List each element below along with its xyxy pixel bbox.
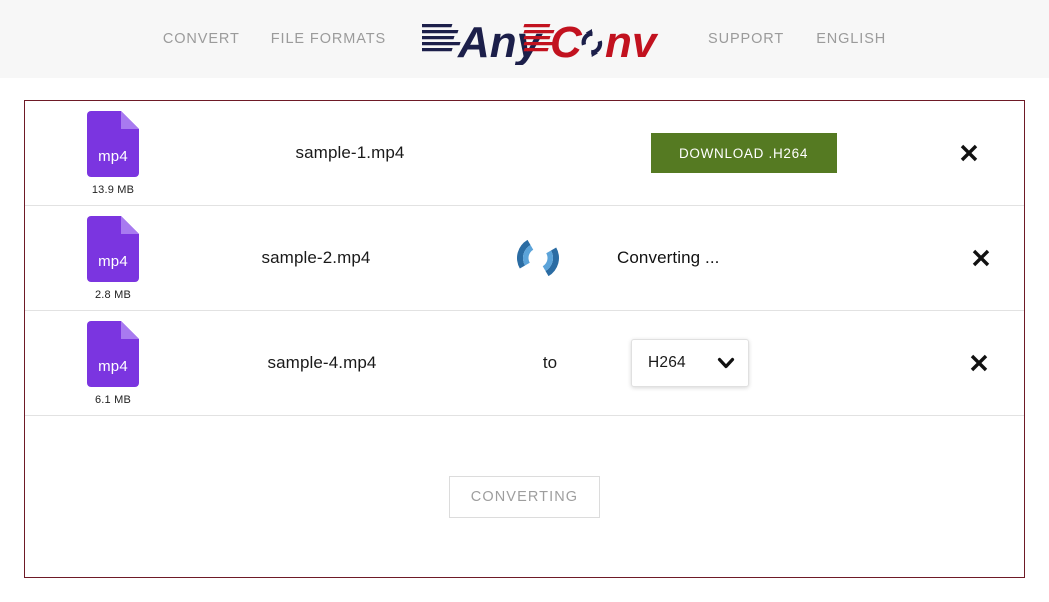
svg-text:C: C [550,18,583,65]
row-action-cell: H264 [631,339,924,387]
file-name-label: sample-1.mp4 [295,143,405,162]
conversion-panel: mp4 13.9 MB sample-1.mp4 DOWNLOAD .H264 [24,100,1025,578]
close-x-icon[interactable] [958,142,980,164]
download-button[interactable]: DOWNLOAD .H264 [650,133,837,173]
file-size-label: 13.9 MB [91,183,135,196]
convert-button[interactable]: CONVERTING [449,476,600,518]
nav-item-file-formats[interactable]: FILE FORMATS [271,25,386,53]
status-converting-label: Converting ... [617,248,720,267]
nav-left-group: CONVERT FILE FORMATS [163,25,386,53]
panel-wrapper: mp4 13.9 MB sample-1.mp4 DOWNLOAD .H264 [0,78,1049,578]
anyconv-logo[interactable]: Any C nv [422,13,672,65]
table-row: mp4 13.9 MB sample-1.mp4 DOWNLOAD .H264 [25,101,1024,206]
row-action-cell: Converting ... [617,248,910,268]
close-x-icon[interactable] [968,352,990,374]
row-close-cell [926,247,1036,269]
file-mp4-icon: mp4 [87,110,139,177]
row-close-cell [914,142,1024,164]
row-action-cell: DOWNLOAD .H264 [597,133,890,173]
close-x-icon[interactable] [970,247,992,269]
nav-item-english[interactable]: ENGLISH [816,25,886,53]
chevron-down-icon[interactable] [716,353,736,373]
file-extension-label: mp4 [98,147,128,165]
output-format-value: H264 [648,354,686,371]
table-row: mp4 2.8 MB sample-2.mp4 Converting ... [25,206,1024,311]
nav-item-convert[interactable]: CONVERT [163,25,240,53]
site-header: CONVERT FILE FORMATS Any C nv SUPPORT EN… [0,0,1049,78]
file-size-label: 6.1 MB [94,393,132,406]
nav-right-group: SUPPORT ENGLISH [708,25,886,53]
row-spinner-cell [473,230,603,286]
file-icon-cell: mp4 6.1 MB [25,320,201,406]
file-icon-cell: mp4 13.9 MB [25,110,201,196]
file-mp4-icon: mp4 [87,215,139,282]
panel-footer: CONVERTING [25,416,1024,578]
file-name-label: sample-4.mp4 [267,353,377,372]
svg-text:nv: nv [605,18,659,65]
file-extension-label: mp4 [98,252,128,270]
row-close-cell [924,352,1034,374]
main-navigation: CONVERT FILE FORMATS Any C nv SUPPORT EN… [163,13,886,65]
file-extension-label: mp4 [98,357,128,375]
output-format-select[interactable]: H264 [631,339,749,387]
file-size-label: 2.8 MB [94,288,132,301]
file-name-label: sample-2.mp4 [261,248,371,267]
nav-item-support[interactable]: SUPPORT [708,25,784,53]
row-middle-label: to [542,353,558,372]
refresh-circular-arrows-icon [581,29,603,57]
file-mp4-icon: mp4 [87,320,139,387]
table-row: mp4 6.1 MB sample-4.mp4 to H264 [25,311,1024,416]
loading-spinner-icon [510,230,566,286]
